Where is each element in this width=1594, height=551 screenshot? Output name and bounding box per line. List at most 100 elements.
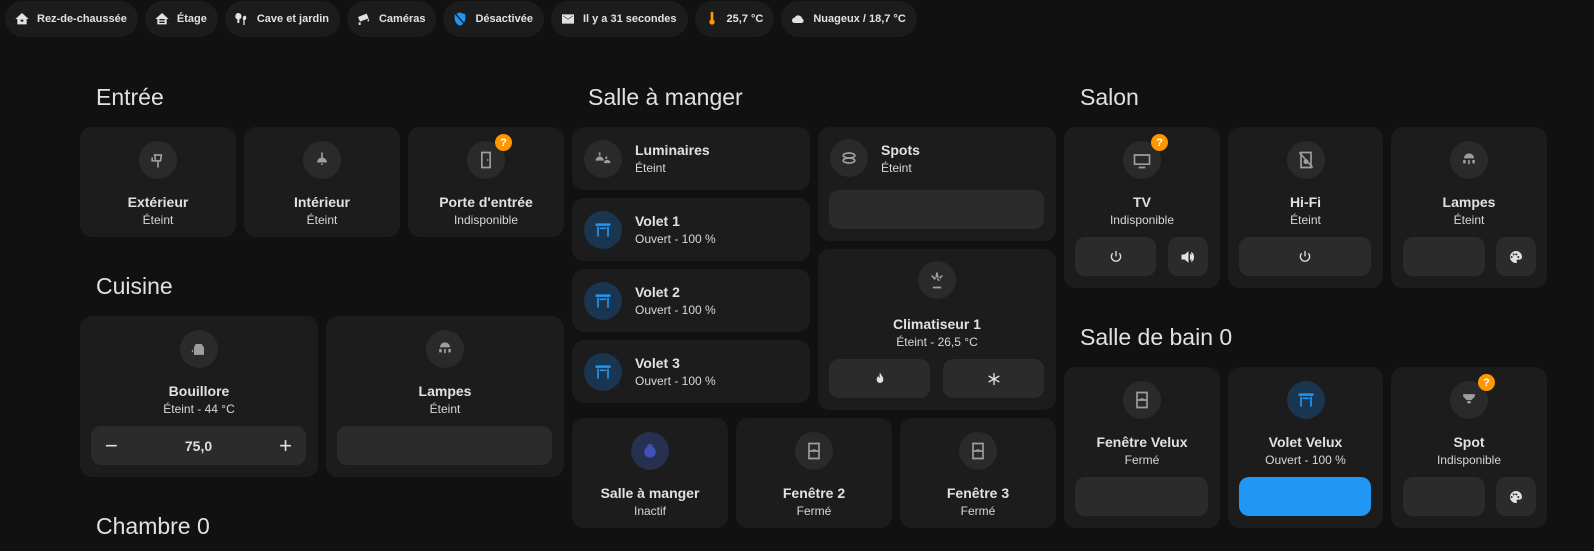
tile-fenetre-2[interactable]: Fenêtre 2 Fermé — [736, 418, 892, 528]
decrease-button[interactable]: − — [105, 434, 118, 457]
chip-temperature[interactable]: 25,7 °C — [694, 1, 775, 37]
section-title-salon: Salon — [1080, 84, 1139, 110]
tile-media-salle-a-manger[interactable]: Salle à manger Inactif — [572, 418, 728, 528]
tv-icon: ? — [1123, 134, 1168, 179]
chip-label: 25,7 °C — [726, 13, 764, 25]
chip-alarme[interactable]: Désactivée — [443, 1, 544, 37]
tile-state: Éteint - 26,5 °C — [896, 335, 978, 349]
tile-name: TV — [1133, 194, 1151, 210]
speaker-off-icon — [1286, 141, 1325, 179]
door-icon: ? — [467, 134, 512, 179]
media-player-icon — [631, 432, 669, 470]
tile-name: Extérieur — [127, 194, 189, 210]
tile-name: Intérieur — [293, 194, 350, 210]
tv-power-button[interactable] — [1075, 237, 1156, 276]
snowflake-icon — [987, 372, 1000, 385]
tile-interieur[interactable]: Intérieur Éteint — [244, 127, 400, 237]
chip-rez-de-chaussee[interactable]: Rez-de-chaussée — [5, 1, 138, 37]
tile-state: Fermé — [1124, 453, 1160, 467]
lamps-icon — [426, 330, 464, 368]
shield-off-icon — [455, 12, 466, 26]
outdoor-lamp-icon — [139, 141, 177, 179]
temperature-stepper[interactable]: − 75,0 + — [91, 426, 306, 465]
heat-mode-button[interactable] — [829, 359, 930, 398]
tile-state: Ouvert - 100 % — [635, 303, 716, 317]
shutter-open-icon — [584, 352, 622, 391]
color-picker-button[interactable] — [1496, 237, 1536, 276]
tile-name: Lampes — [418, 383, 472, 399]
tile-state: Indisponible — [453, 213, 519, 227]
tile-name: Salle à manger — [600, 485, 700, 501]
tile-name: Spot — [1453, 434, 1485, 450]
power-icon — [1299, 250, 1311, 262]
dashboard: Rez-de-chaussée Étage Cave et jardin Cam… — [0, 0, 1594, 551]
chip-courrier[interactable]: Il y a 31 secondes — [550, 1, 688, 37]
brightness-slider[interactable] — [337, 426, 552, 465]
ceiling-light-icon — [303, 141, 341, 179]
window-closed-icon — [1123, 381, 1161, 419]
ceiling-lights-icon — [584, 139, 622, 178]
section-title-chambre: Chambre 0 — [96, 513, 210, 539]
spotlights-icon — [830, 139, 868, 177]
chip-label: Désactivée — [475, 13, 533, 25]
tile-porte-entree[interactable]: ? Porte d'entrée Indisponible — [408, 127, 564, 237]
shutter-open-icon — [584, 210, 622, 249]
home-floor-0-icon — [15, 13, 29, 25]
increase-button[interactable]: + — [279, 434, 292, 457]
volume-icon — [1181, 250, 1195, 263]
chip-cameras[interactable]: Caméras — [346, 1, 437, 37]
lamps-icon — [1450, 141, 1488, 179]
tile-state: Ouvert - 100 % — [635, 374, 716, 388]
hifi-power-button[interactable] — [1239, 237, 1371, 276]
tile-state: Inactif — [633, 504, 666, 518]
tile-state: Éteint — [1453, 213, 1485, 227]
tile-name: Volet 2 — [635, 284, 680, 300]
tile-luminaires[interactable]: Luminaires Éteint — [572, 127, 810, 190]
tile-exterieur[interactable]: Extérieur Éteint — [80, 127, 236, 237]
tile-volet-1[interactable]: Volet 1 Ouvert - 100 % — [572, 198, 810, 261]
tile-name: Climatiseur 1 — [893, 316, 981, 332]
air-conditioner-icon — [918, 261, 956, 299]
tile-name: Spots — [881, 141, 920, 158]
stepper-value: 75,0 — [184, 437, 213, 454]
tile-state: Ouvert - 100 % — [635, 232, 716, 246]
section-title-cuisine: Cuisine — [96, 273, 173, 299]
chip-label: Rez-de-chaussée — [37, 13, 127, 25]
tile-state: Éteint — [635, 161, 666, 175]
brightness-slider[interactable] — [1403, 477, 1485, 516]
tile-name: Porte d'entrée — [439, 194, 533, 210]
brightness-slider[interactable] — [829, 190, 1044, 229]
window-closed-icon — [795, 432, 833, 470]
tile-name: Fenêtre 3 — [946, 485, 1010, 501]
tv-volume-button[interactable] — [1168, 237, 1208, 276]
chip-cave-et-jardin[interactable]: Cave et jardin — [224, 1, 340, 37]
cctv-icon — [357, 13, 370, 25]
chip-label: Nuageux / 18,7 °C — [813, 13, 906, 25]
position-slider[interactable] — [1075, 477, 1208, 516]
tile-fenetre-3[interactable]: Fenêtre 3 Fermé — [900, 418, 1056, 528]
tile-state: Éteint — [1290, 213, 1321, 227]
shutter-open-icon — [584, 281, 622, 320]
chip-label: Il y a 31 secondes — [582, 13, 677, 25]
color-picker-button[interactable] — [1496, 477, 1536, 516]
unavailable-badge: ? — [495, 134, 512, 151]
tile-name: Luminaires — [635, 142, 710, 158]
position-slider[interactable] — [1239, 477, 1371, 516]
tile-volet-2[interactable]: Volet 2 Ouvert - 100 % — [572, 269, 810, 332]
chip-label: Cave et jardin — [256, 13, 329, 25]
chip-meteo[interactable]: Nuageux / 18,7 °C — [781, 1, 917, 37]
chip-etage[interactable]: Étage — [144, 1, 218, 37]
kettle-icon — [180, 330, 218, 368]
tile-state: Éteint — [306, 213, 338, 227]
tile-volet-3[interactable]: Volet 3 Ouvert - 100 % — [572, 340, 810, 403]
tile-name: Fenêtre Velux — [1096, 434, 1188, 450]
cool-mode-button[interactable] — [943, 359, 1044, 398]
brightness-slider[interactable] — [1403, 237, 1485, 276]
unavailable-badge: ? — [1151, 134, 1168, 151]
section-title-salle-a-manger: Salle à manger — [588, 84, 743, 110]
tile-name: Volet 1 — [635, 213, 680, 229]
palette-icon — [1510, 490, 1522, 503]
section-title-entree: Entrée — [96, 84, 164, 110]
tile-name: Hi-Fi — [1289, 194, 1322, 210]
power-icon — [1110, 250, 1121, 262]
